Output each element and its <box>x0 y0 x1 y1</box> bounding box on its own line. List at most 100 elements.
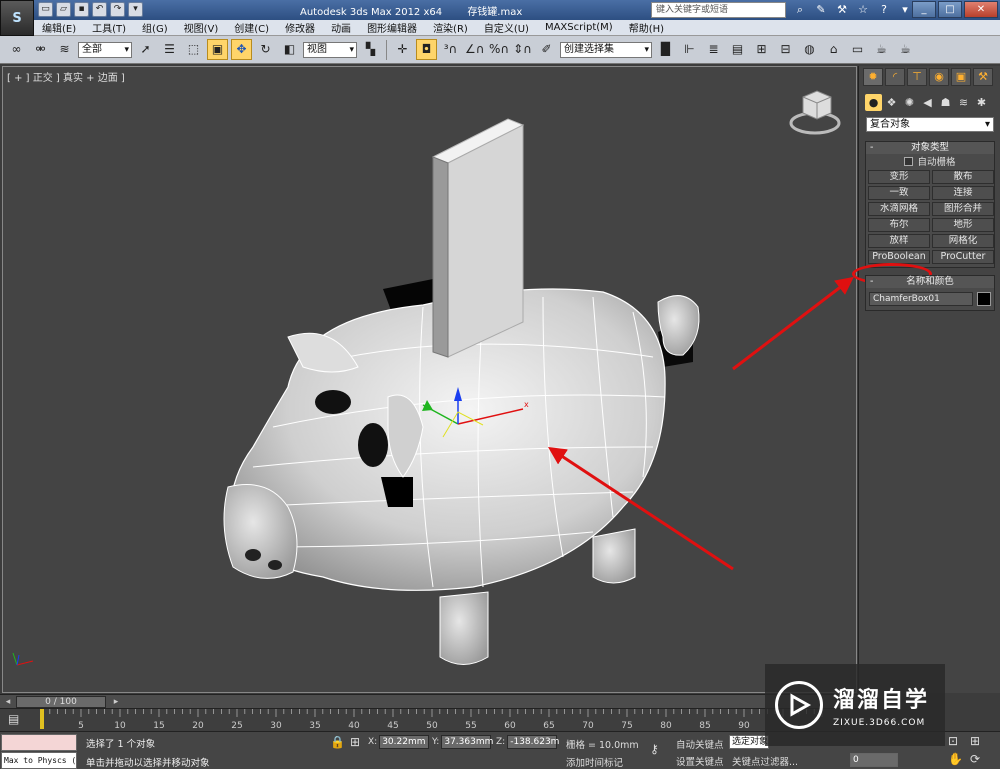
select-object-icon[interactable]: ➚ <box>135 39 156 60</box>
time-slider-handle[interactable]: 0 / 100 <box>16 696 106 708</box>
name-color-header[interactable]: 名称和颜色 <box>866 276 994 288</box>
rect-selection-icon[interactable]: ⬚ <box>183 39 204 60</box>
schematic-view-icon[interactable]: ⊟ <box>775 39 796 60</box>
menu-customize[interactable]: 自定义(U) <box>476 20 537 35</box>
render-iterative-icon[interactable]: ☕ <box>895 39 916 60</box>
prev-frame-icon[interactable]: ◂ <box>2 696 14 708</box>
cameras-icon[interactable]: ◀ <box>919 94 936 111</box>
select-by-name-icon[interactable]: ☰ <box>159 39 180 60</box>
menu-edit[interactable]: 编辑(E) <box>34 20 84 35</box>
redo-icon[interactable]: ↷ <box>110 2 125 17</box>
close-button[interactable]: ✕ <box>964 1 998 18</box>
viewcube[interactable] <box>789 90 841 135</box>
align-icon[interactable]: ⊩ <box>679 39 700 60</box>
app-logo-button[interactable]: S <box>0 0 34 36</box>
shapemerge-button[interactable]: 图形合并 <box>932 202 994 216</box>
terrain-button[interactable]: 地形 <box>932 218 994 232</box>
perspective-viewport[interactable]: x [ + ] 正交 ] 真实 + 边面 ] <box>2 66 857 693</box>
mesher-button[interactable]: 网格化 <box>932 234 994 248</box>
blobmesh-button[interactable]: 水滴网格 <box>868 202 930 216</box>
orbit-icon[interactable]: ⟳ <box>970 752 980 766</box>
keyboard-shortcut-icon[interactable]: ◘ <box>416 39 437 60</box>
ref-coord-dropdown[interactable]: 视图 <box>303 41 357 58</box>
bind-space-warp-icon[interactable]: ≋ <box>54 39 75 60</box>
next-frame-icon[interactable]: ▸ <box>110 696 122 708</box>
shapes-icon[interactable]: ❖ <box>883 94 900 111</box>
object-type-header[interactable]: 对象类型 <box>866 142 994 154</box>
modify-tab-icon[interactable]: ◜ <box>885 68 905 86</box>
loft-button[interactable]: 放样 <box>868 234 930 248</box>
utilities-tab-icon[interactable]: ⚒ <box>973 68 993 86</box>
menu-create[interactable]: 创建(C) <box>226 20 277 35</box>
subscription-icon[interactable]: ✎ <box>813 2 829 18</box>
procutter-button[interactable]: ProCutter <box>932 250 994 264</box>
rendered-frame-icon[interactable]: ▭ <box>847 39 868 60</box>
conform-button[interactable]: 一致 <box>868 186 930 200</box>
menu-maxscript[interactable]: MAXScript(M) <box>537 22 621 33</box>
object-name-input[interactable]: ChamferBox01 <box>869 292 973 306</box>
current-frame-field[interactable]: 0 <box>850 753 898 767</box>
percent-snap-icon[interactable]: %∩ <box>488 39 509 60</box>
absolute-mode-icon[interactable]: ⊞ <box>350 735 360 749</box>
mirror-icon[interactable]: ▐▌ <box>655 39 676 60</box>
viewport-label[interactable]: [ + ] 正交 ] 真实 + 边面 ] <box>7 69 125 84</box>
menu-views[interactable]: 视图(V) <box>176 20 227 35</box>
key-icon[interactable]: ⚷ <box>650 742 659 756</box>
systems-icon[interactable]: ✱ <box>973 94 990 111</box>
help-icon[interactable]: ? <box>876 2 892 18</box>
zoom-all-icon[interactable]: ⊞ <box>970 734 980 748</box>
boolean-button[interactable]: 布尔 <box>868 218 930 232</box>
favorites-icon[interactable]: ☆ <box>855 2 871 18</box>
selection-filter-dropdown[interactable]: 全部 <box>78 41 132 58</box>
unlink-icon[interactable]: ⚮ <box>30 39 51 60</box>
lock-selection-icon[interactable]: 🔒 <box>330 735 345 749</box>
motion-tab-icon[interactable]: ◉ <box>929 68 949 86</box>
pivot-center-icon[interactable]: ▚ <box>360 39 381 60</box>
link-icon[interactable]: ∞ <box>6 39 27 60</box>
new-file-icon[interactable]: ▭ <box>38 2 53 17</box>
material-editor-icon[interactable]: ◍ <box>799 39 820 60</box>
select-scale-icon[interactable]: ◧ <box>279 39 300 60</box>
object-category-dropdown[interactable]: 复合对象 <box>866 117 994 132</box>
add-time-tag[interactable]: 添加时间标记 <box>566 755 623 769</box>
select-manipulate-icon[interactable]: ✛ <box>392 39 413 60</box>
help-search-input[interactable]: 键入关键字或短语 <box>651 2 786 18</box>
minimize-button[interactable]: _ <box>912 1 936 18</box>
pan-icon[interactable]: ✋ <box>948 752 963 766</box>
menu-help[interactable]: 帮助(H) <box>621 20 672 35</box>
layer-manager-icon[interactable]: ≣ <box>703 39 724 60</box>
timeline-current-frame-marker[interactable] <box>40 709 44 729</box>
render-setup-icon[interactable]: ⌂ <box>823 39 844 60</box>
window-crossing-icon[interactable]: ▣ <box>207 39 228 60</box>
render-production-icon[interactable]: ☕ <box>871 39 892 60</box>
geometry-icon[interactable]: ● <box>865 94 882 111</box>
select-move-icon[interactable]: ✥ <box>231 39 252 60</box>
set-key-button[interactable]: 设置关键点 <box>676 754 724 768</box>
menu-animation[interactable]: 动画 <box>323 20 359 35</box>
scatter-button[interactable]: 散布 <box>932 170 994 184</box>
menu-tools[interactable]: 工具(T) <box>84 20 134 35</box>
menu-rendering[interactable]: 渲染(R) <box>425 20 476 35</box>
named-selection-dropdown[interactable]: 创建选择集 <box>560 41 652 58</box>
snap-3-icon[interactable]: ³∩ <box>440 39 461 60</box>
angle-snap-icon[interactable]: ∠∩ <box>464 39 485 60</box>
time-slider[interactable]: ◂ 0 / 100 ▸ <box>0 694 858 708</box>
create-tab-icon[interactable]: ✹ <box>863 68 883 86</box>
helpers-icon[interactable]: ☗ <box>937 94 954 111</box>
spinner-snap-icon[interactable]: ⇕∩ <box>512 39 533 60</box>
chamferbox-slot[interactable] <box>431 118 525 358</box>
maximize-button[interactable]: □ <box>938 1 962 18</box>
object-color-swatch[interactable] <box>977 292 991 306</box>
y-coord-field[interactable]: 37.363mm <box>441 735 493 749</box>
binoculars-icon[interactable]: ⌕ <box>792 2 808 18</box>
open-file-icon[interactable]: ▱ <box>56 2 71 17</box>
maxscript-listener-bottom[interactable]: Max to Physcs ( <box>1 752 77 769</box>
key-filters-button[interactable]: 关键点过滤器... <box>732 754 798 768</box>
scene-render[interactable]: x <box>3 67 857 693</box>
z-coord-field[interactable]: -138.623m <box>507 735 559 749</box>
curve-editor-icon[interactable]: ⊞ <box>751 39 772 60</box>
menu-group[interactable]: 组(G) <box>134 20 176 35</box>
space-warps-icon[interactable]: ≋ <box>955 94 972 111</box>
autogrid-row[interactable]: 自动栅格 <box>866 154 994 168</box>
autogrid-checkbox[interactable] <box>904 156 914 166</box>
